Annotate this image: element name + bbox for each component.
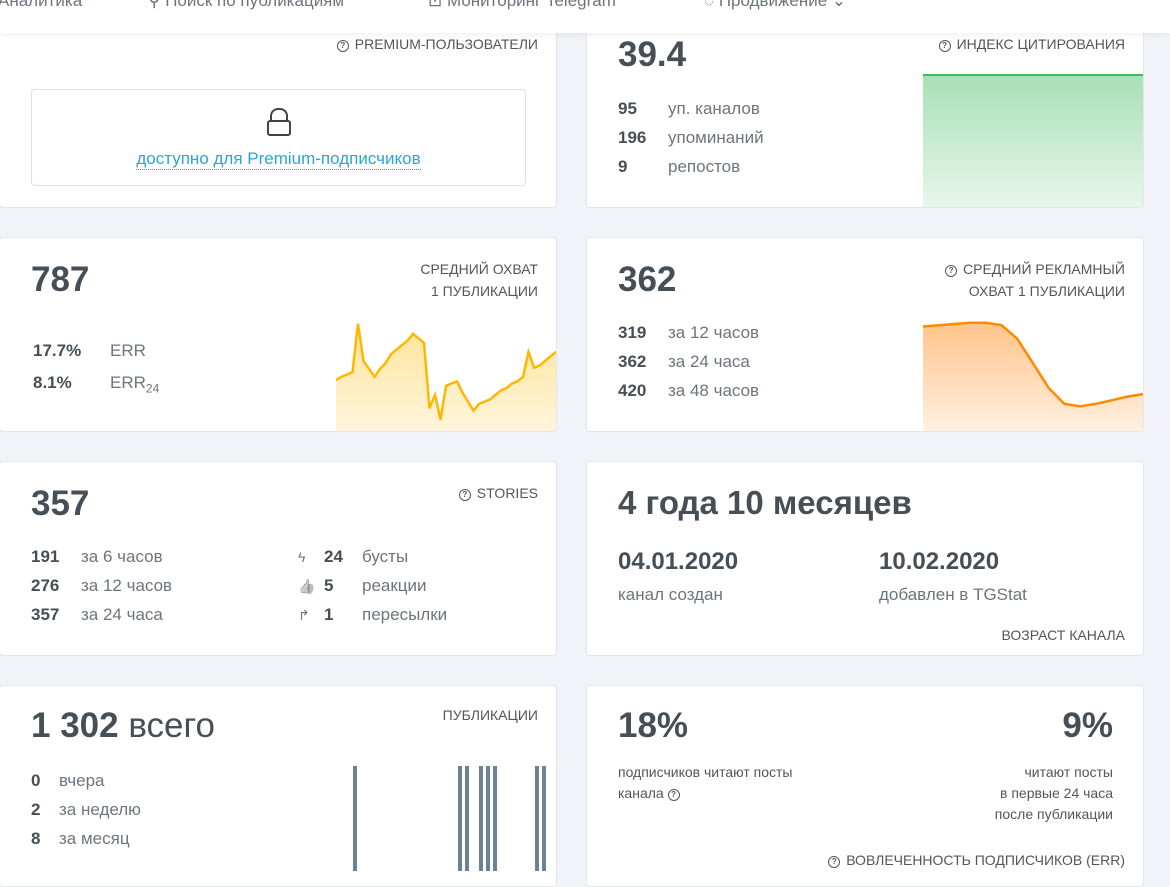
age-label: ВОЗРАСТ КАНАЛА — [1001, 627, 1125, 643]
post-bar — [493, 766, 497, 871]
reach-value: 787 — [31, 260, 90, 299]
age-card: 4 года 10 месяцев 04.01.2020 канал созда… — [586, 461, 1144, 656]
top-nav: Аналитика ⚲ Поиск по публикациям ⊡ Монит… — [0, 0, 1170, 33]
err-desc: подписчиков читают посты канала ? — [618, 764, 793, 801]
help-icon[interactable]: ? — [828, 856, 841, 868]
posts-value: 1 302 всего — [31, 706, 215, 745]
citation-card: 39.4 ? ИНДЕКС ЦИТИРОВАНИЯ 95 уп. каналов 19… — [586, 10, 1144, 208]
added-date: 10.02.2020 — [879, 548, 1000, 575]
help-icon[interactable]: ? — [945, 265, 958, 277]
stories-card: 357 ? STORIES 191 за 6 часов 276 за 12 часов… — [0, 461, 557, 656]
posts-card: 1 302 всего ПУБЛИКАЦИИ 0 вчера 2 за неделю 8… — [0, 685, 557, 887]
lightning-icon: ϟ — [298, 549, 306, 565]
help-icon[interactable]: ? — [336, 40, 349, 52]
premium-label: ? PREMIUM-ПОЛЬЗОВАТЕЛИ — [336, 33, 538, 55]
stat-row: 420 за 48 часов — [618, 381, 760, 400]
stat-row: 357 за 24 часа — [31, 605, 163, 624]
err24-row: 8.1% ERR24 — [33, 373, 160, 396]
ad-reach-card: 362 ? СРЕДНИЙ РЕКЛАМНЫЙ ОХВАТ 1 ПУБЛИКАЦИИ… — [586, 237, 1144, 432]
posts-bar-chart — [353, 766, 546, 871]
err24-desc: читают посты в первые 24 часа после публик… — [994, 764, 1113, 822]
reach-sparkline — [336, 323, 556, 431]
err-card: 18% подписчиков читают посты канала ? 9% … — [586, 685, 1144, 887]
ad-reach-value: 362 — [618, 260, 677, 299]
nav-search-posts[interactable]: ⚲ Поиск по публикациям — [148, 0, 344, 11]
help-icon[interactable]: ? — [938, 40, 951, 52]
post-bar — [542, 766, 546, 871]
story-stat-row: ↱ 1 пересылки — [298, 605, 448, 624]
post-bar — [458, 766, 462, 871]
stat-row: 276 за 12 часов — [31, 576, 173, 595]
citation-value: 39.4 — [618, 35, 687, 74]
premium-link[interactable]: доступно для Premium-подписчиков — [136, 149, 421, 170]
err24-value: 9% — [1062, 706, 1113, 745]
stat-row: 2 за неделю — [31, 800, 141, 819]
thumbs-up-icon: 👍 — [298, 578, 316, 594]
nav-monitoring[interactable]: ⊡ Мониторинг Telegram — [428, 0, 616, 11]
post-bar — [486, 766, 490, 871]
help-icon[interactable]: ? — [667, 789, 680, 801]
err-value: 18% — [618, 706, 689, 745]
ad-reach-sparkline — [923, 321, 1143, 431]
premium-card: ? PREMIUM-ПОЛЬЗОВАТЕЛИ доступно для Premi… — [0, 10, 557, 208]
story-stat-row: ϟ 24 бусты — [298, 547, 409, 566]
stat-row: 319 за 12 часов — [618, 323, 760, 342]
post-bar — [465, 766, 469, 871]
posts-label: ПУБЛИКАЦИИ — [442, 707, 538, 723]
stat-row: 8 за месяц — [31, 829, 130, 848]
stories-value: 357 — [31, 484, 90, 523]
nav-analytics[interactable]: Аналитика — [0, 0, 82, 11]
stat-row: 95 уп. каналов — [618, 99, 760, 118]
stat-row: 0 вчера — [31, 771, 105, 790]
nav-promotion[interactable]: ◌ Продвижение ⌄ — [704, 0, 846, 11]
stat-row: 191 за 6 часов — [31, 547, 163, 566]
citation-label: ? ИНДЕКС ЦИТИРОВАНИЯ — [938, 33, 1125, 55]
age-value: 4 года 10 месяцев — [618, 484, 912, 521]
ad-reach-label: ? СРЕДНИЙ РЕКЛАМНЫЙ ОХВАТ 1 ПУБЛИКАЦИИ — [945, 258, 1125, 302]
story-stat-row: 👍 5 реакции — [298, 576, 427, 595]
help-icon[interactable]: ? — [458, 489, 471, 501]
sparkline-area — [923, 322, 1143, 431]
post-bar — [479, 766, 483, 871]
citation-chart — [923, 74, 1143, 207]
post-bar — [535, 766, 539, 871]
added-label: добавлен в TGStat — [879, 585, 1027, 604]
stat-row: 362 за 24 часа — [618, 352, 750, 371]
err-row: 17.7% ERR — [33, 341, 146, 360]
reach-label: СРЕДНИЙ ОХВАТ 1 ПУБЛИКАЦИИ — [420, 261, 538, 299]
err-label: ? ВОВЛЕЧЕННОСТЬ ПОДПИСЧИКОВ (ERR) — [828, 849, 1125, 871]
created-date: 04.01.2020 — [618, 548, 739, 575]
stat-row: 196 упоминаний — [618, 128, 764, 147]
post-bar — [353, 766, 357, 871]
share-arrow-icon: ↱ — [298, 607, 310, 623]
stat-row: 9 репостов — [618, 157, 741, 176]
stories-label: ? STORIES — [458, 482, 538, 504]
created-label: канал создан — [618, 585, 723, 604]
reach-card: 787 СРЕДНИЙ ОХВАТ 1 ПУБЛИКАЦИИ 17.7% ERR 8… — [0, 237, 557, 432]
premium-lock-box: доступно для Premium-подписчиков — [31, 89, 526, 186]
lock-icon — [269, 108, 288, 120]
